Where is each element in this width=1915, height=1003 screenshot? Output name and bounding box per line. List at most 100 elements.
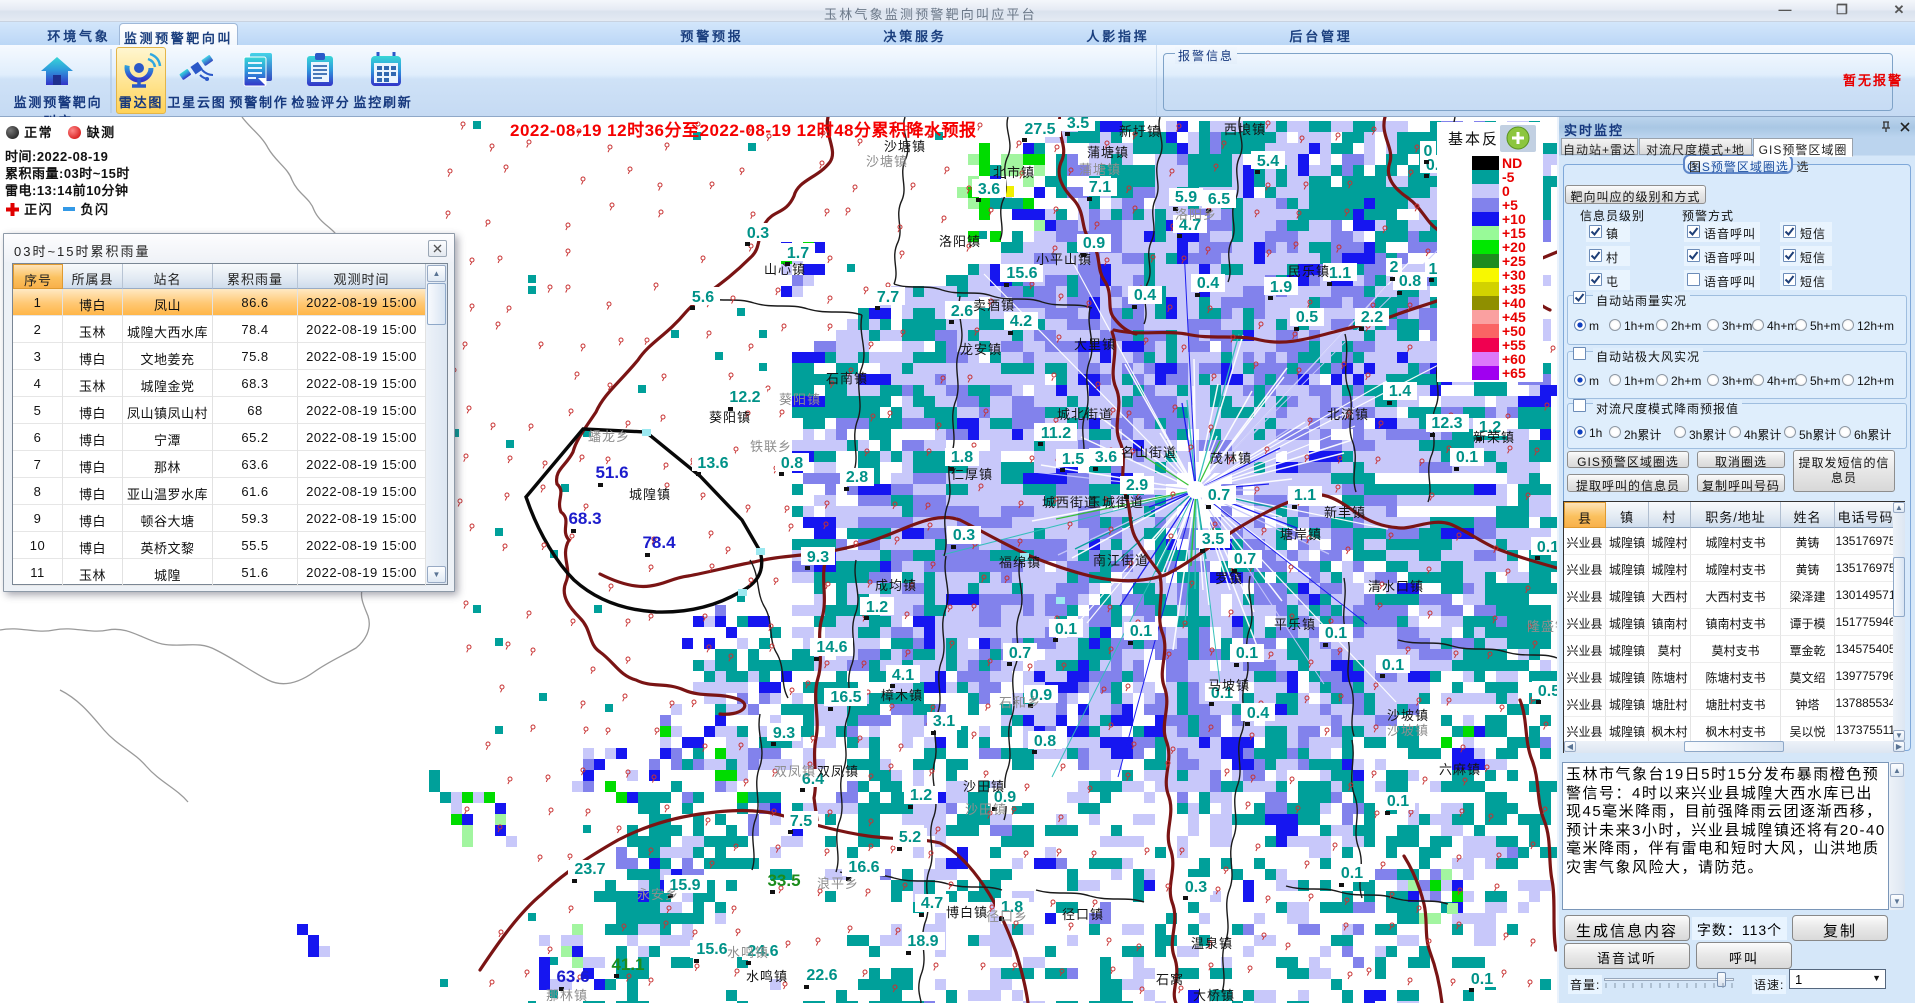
svg-text:永安乡: 永安乡 [637, 887, 679, 902]
svg-text:0.5: 0.5 [1296, 309, 1318, 326]
svg-text:18.9: 18.9 [907, 933, 938, 950]
svg-text:沙塘镇: 沙塘镇 [866, 154, 908, 169]
svg-text:0.1: 0.1 [1325, 625, 1347, 642]
svg-text:0.1: 0.1 [1236, 645, 1258, 662]
svg-text:山心镇: 山心镇 [764, 262, 806, 277]
svg-text:0.8: 0.8 [781, 455, 803, 472]
svg-text:5.6: 5.6 [692, 289, 714, 306]
svg-text:小平山镇: 小平山镇 [1036, 252, 1092, 267]
svg-text:仁厚镇: 仁厚镇 [951, 467, 993, 482]
svg-text:石南镇: 石南镇 [826, 371, 868, 386]
svg-text:水鸣镇: 水鸣镇 [727, 945, 769, 960]
svg-text:27.5: 27.5 [1024, 121, 1055, 138]
svg-text:63.6: 63.6 [556, 967, 589, 986]
svg-text:水鸣镇: 水鸣镇 [746, 969, 788, 984]
svg-text:0.1: 0.1 [1387, 793, 1409, 810]
svg-text:1.8: 1.8 [951, 449, 973, 466]
svg-text:2.8: 2.8 [846, 469, 868, 486]
svg-text:0.9: 0.9 [1083, 235, 1105, 252]
svg-text:78.4: 78.4 [642, 533, 676, 552]
svg-text:6.5: 6.5 [1208, 191, 1230, 208]
svg-text:0.4: 0.4 [1247, 705, 1269, 722]
svg-text:名山街道: 名山街道 [1121, 445, 1177, 460]
svg-text:葵阳镇: 葵阳镇 [779, 392, 821, 407]
svg-text:0.5: 0.5 [1538, 683, 1557, 700]
svg-text:11.2: 11.2 [1041, 425, 1071, 442]
svg-text:0.1: 0.1 [1055, 621, 1077, 638]
svg-text:9.3: 9.3 [807, 549, 829, 566]
svg-text:5.4: 5.4 [1257, 153, 1279, 170]
svg-text:葵阳镇: 葵阳镇 [709, 410, 751, 425]
svg-text:1.1: 1.1 [1329, 265, 1351, 282]
svg-text:13.6: 13.6 [697, 455, 728, 472]
svg-text:7.1: 7.1 [1089, 179, 1111, 196]
svg-text:成均镇: 成均镇 [875, 578, 917, 593]
svg-text:2: 2 [1390, 259, 1399, 276]
svg-text:1.7: 1.7 [787, 245, 809, 262]
svg-text:新圩镇: 新圩镇 [1119, 124, 1161, 139]
svg-text:5.9: 5.9 [1175, 189, 1197, 206]
svg-text:41.1: 41.1 [611, 955, 644, 974]
svg-text:1.2: 1.2 [866, 599, 888, 616]
svg-text:沙田镇: 沙田镇 [965, 802, 1007, 817]
svg-text:平乐镇: 平乐镇 [1274, 617, 1316, 632]
svg-text:大里镇: 大里镇 [1074, 337, 1116, 352]
svg-text:0.7: 0.7 [1208, 487, 1230, 504]
svg-text:龙安镇: 龙安镇 [960, 342, 1002, 357]
svg-text:城隍镇: 城隍镇 [629, 487, 671, 502]
svg-text:卖酒镇: 卖酒镇 [973, 298, 1015, 313]
svg-text:0.4: 0.4 [1197, 275, 1219, 292]
svg-text:蒲塘镇: 蒲塘镇 [1087, 145, 1129, 160]
svg-text:0.1: 0.1 [1341, 865, 1363, 882]
svg-text:1.9: 1.9 [1270, 279, 1292, 296]
svg-text:玉城街道: 玉城街道 [1088, 495, 1144, 510]
svg-text:浪平乡: 浪平乡 [817, 876, 859, 891]
svg-text:蒲塘镇: 蒲塘镇 [1079, 162, 1121, 177]
svg-text:0.8: 0.8 [1034, 733, 1056, 750]
svg-text:蟠龙乡: 蟠龙乡 [588, 429, 630, 444]
svg-text:1.5: 1.5 [1062, 451, 1084, 468]
svg-text:六麻镇: 六麻镇 [1439, 762, 1481, 777]
svg-text:0.4: 0.4 [1134, 287, 1156, 304]
svg-text:1.2: 1.2 [910, 787, 932, 804]
svg-text:2.2: 2.2 [1361, 309, 1383, 326]
svg-text:5.2: 5.2 [899, 829, 921, 846]
svg-text:沙坡镇: 沙坡镇 [1387, 708, 1429, 723]
svg-text:0.7: 0.7 [1009, 645, 1031, 662]
svg-text:石和乡: 石和乡 [999, 695, 1041, 710]
svg-text:2.9: 2.9 [1126, 477, 1148, 494]
svg-text:基本反: 基本反 [1448, 131, 1499, 148]
svg-text:12.2: 12.2 [729, 389, 760, 406]
svg-text:0.1: 0.1 [1537, 539, 1557, 556]
svg-text:洛阳镇: 洛阳镇 [939, 234, 981, 249]
svg-text:0.3: 0.3 [747, 225, 769, 242]
svg-text:温泉镇: 温泉镇 [1191, 936, 1233, 951]
svg-text:双凤镇: 双凤镇 [774, 764, 816, 779]
svg-text:16.6: 16.6 [848, 859, 879, 876]
svg-text:4.2: 4.2 [1010, 313, 1032, 330]
svg-text:塘岸镇: 塘岸镇 [1280, 527, 1322, 542]
svg-text:博白镇: 博白镇 [946, 905, 988, 920]
svg-text:3.6: 3.6 [1095, 449, 1117, 466]
svg-text:福绵镇: 福绵镇 [999, 555, 1041, 570]
svg-text:径口镇: 径口镇 [1062, 907, 1104, 922]
svg-text:4.7: 4.7 [921, 895, 943, 912]
svg-text:1.4: 1.4 [1389, 383, 1411, 400]
svg-text:33.5: 33.5 [767, 871, 800, 890]
svg-text:马坡镇: 马坡镇 [1208, 678, 1250, 693]
svg-text:北流镇: 北流镇 [1327, 407, 1369, 422]
svg-text:南江街道: 南江街道 [1093, 553, 1149, 568]
svg-text:铁联乡: 铁联乡 [750, 439, 792, 454]
svg-text:1.1: 1.1 [1294, 487, 1316, 504]
svg-text:沙坡镇: 沙坡镇 [1387, 723, 1429, 738]
svg-text:9.3: 9.3 [773, 725, 795, 742]
svg-text:大桥镇: 大桥镇 [1193, 988, 1235, 1003]
svg-text:68.3: 68.3 [568, 509, 601, 528]
svg-text:7.7: 7.7 [877, 289, 899, 306]
svg-text:那林镇: 那林镇 [546, 988, 588, 1003]
svg-text:0: 0 [1424, 143, 1433, 160]
svg-text:0.3: 0.3 [1185, 879, 1207, 896]
svg-text:新丰镇: 新丰镇 [1324, 505, 1366, 520]
svg-text:7.5: 7.5 [790, 813, 812, 830]
svg-text:23.7: 23.7 [574, 861, 605, 878]
